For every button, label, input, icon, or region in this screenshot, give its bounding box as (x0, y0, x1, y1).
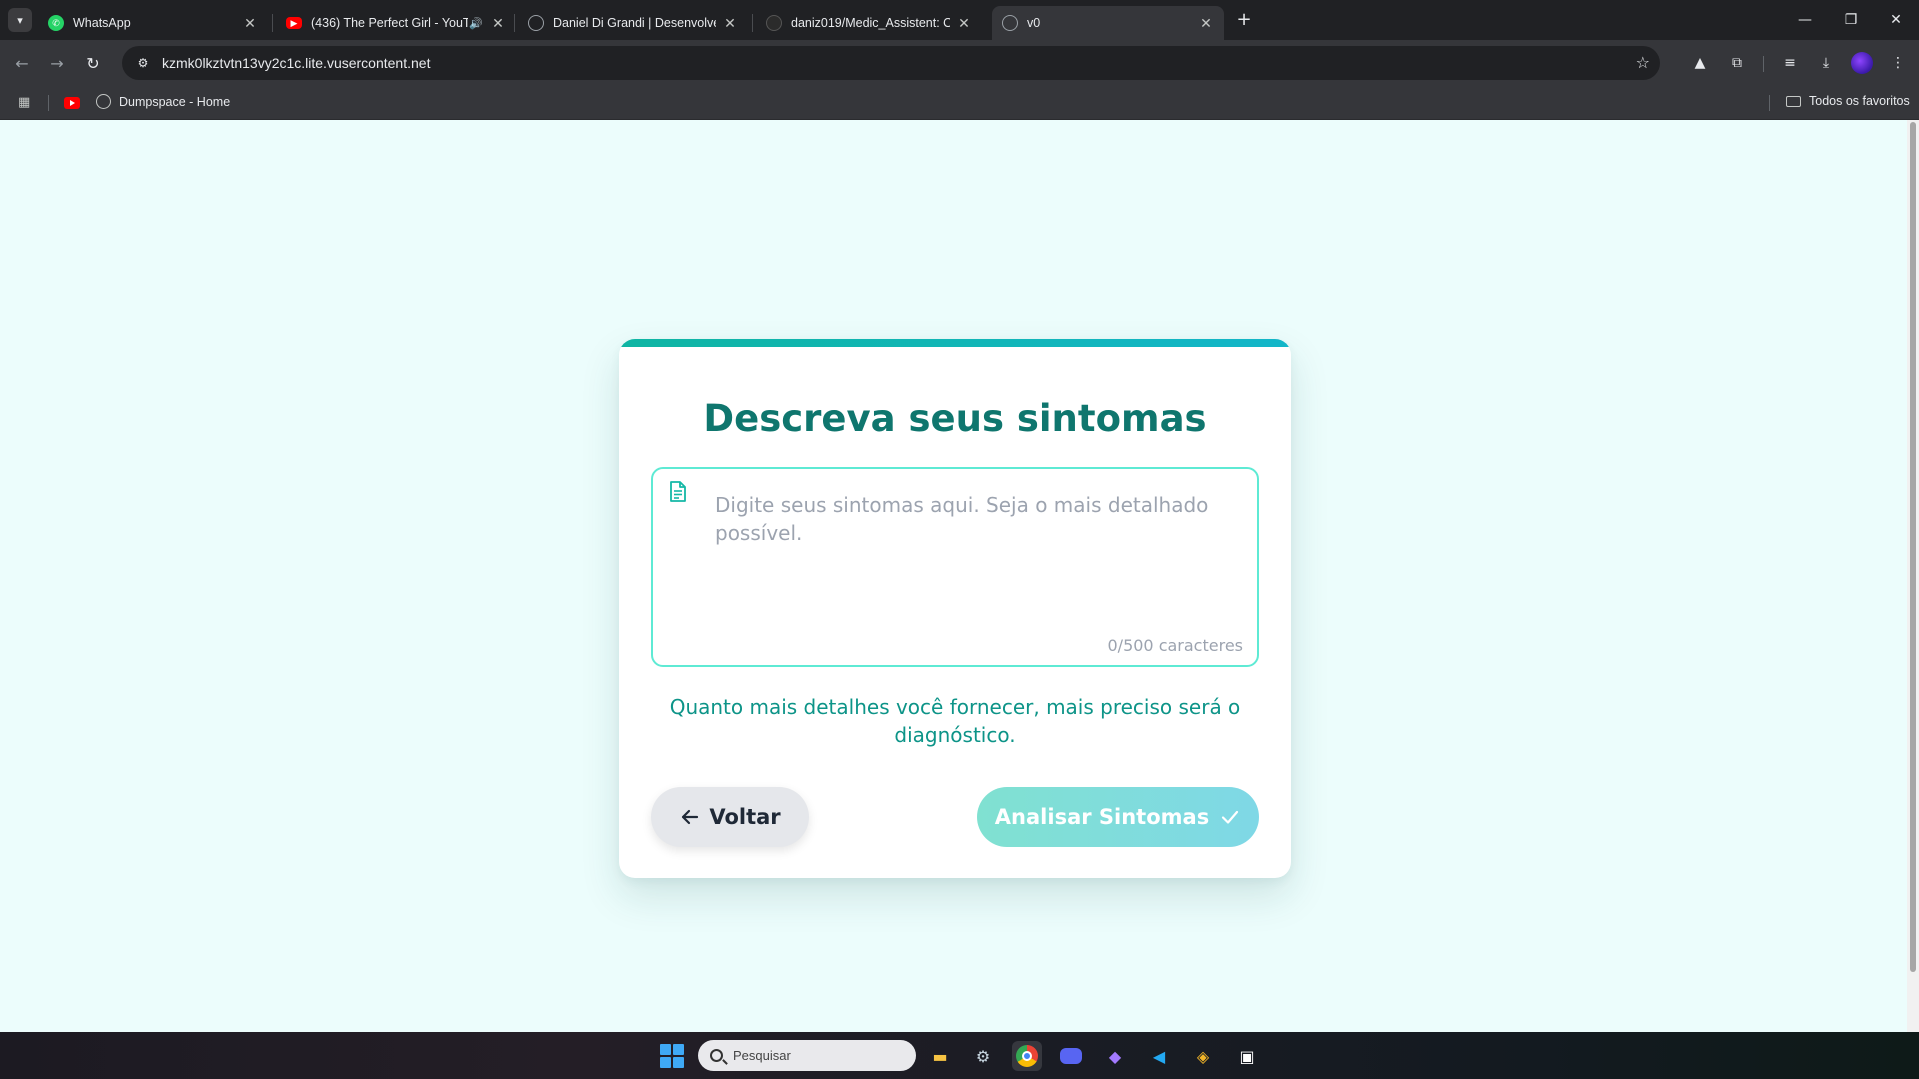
browser-toolbar: ← → ↻ ⚙ kzmk0lkztvtn13vy2c1c.lite.vuserc… (0, 40, 1919, 86)
forward-arrow-icon[interactable]: → (45, 51, 69, 75)
back-button[interactable]: Voltar (651, 787, 809, 847)
symptoms-card: Descreva seus sintomas 0/500 caracteres … (619, 339, 1291, 878)
whatsapp-icon: ✆ (48, 15, 64, 31)
bookmark-star-icon[interactable]: ☆ (1636, 53, 1650, 72)
new-tab-button[interactable]: + (1232, 8, 1256, 32)
reload-icon[interactable]: ↻ (81, 51, 105, 75)
discord-icon[interactable] (1056, 1041, 1086, 1071)
bookmark-label: Dumpspace - Home (119, 94, 231, 109)
tab-separator (272, 14, 273, 32)
os-taskbar: Pesquisar ▬ ⚙ ◆ ◀ ◈ ▣ (0, 1032, 1919, 1079)
card-accent-bar (619, 339, 1291, 347)
all-bookmarks-button[interactable]: Todos os favoritos (1786, 94, 1910, 108)
extensions-puzzle-icon[interactable]: ⧉ (1725, 51, 1749, 75)
globe-icon (1002, 15, 1018, 31)
detail-hint: Quanto mais detalhes você fornecer, mais… (669, 695, 1241, 747)
url-text[interactable]: kzmk0lkztvtn13vy2c1c.lite.vusercontent.n… (162, 55, 430, 71)
tab-title: v0 (1027, 16, 1041, 30)
taskbar-search[interactable]: Pesquisar (698, 1040, 916, 1071)
search-icon (710, 1049, 723, 1062)
document-icon (670, 481, 686, 502)
minimize-button[interactable]: — (1782, 0, 1828, 40)
tab-title: WhatsApp (73, 16, 131, 30)
file-explorer-icon[interactable]: ▬ (925, 1041, 955, 1071)
all-bookmarks-label: Todos os favoritos (1809, 94, 1910, 108)
tab-title: Daniel Di Grandi | Desenvolvedo (553, 16, 716, 30)
menu-dots-icon[interactable]: ⋮ (1886, 51, 1910, 75)
tab-title: daniz019/Medic_Assistent: O As (791, 16, 950, 30)
back-button-label: Voltar (709, 805, 781, 829)
windows-start-icon[interactable] (660, 1044, 684, 1068)
page-viewport: Descreva seus sintomas 0/500 caracteres … (0, 120, 1919, 1032)
tab-v0[interactable]: v0 ✕ (992, 6, 1224, 40)
address-bar[interactable]: ⚙ kzmk0lkztvtn13vy2c1c.lite.vusercontent… (122, 46, 1660, 80)
analyze-button-label: Analisar Sintomas (994, 805, 1210, 829)
restore-button[interactable]: ❐ (1828, 0, 1874, 40)
char-counter: 0/500 caracteres (1107, 636, 1244, 655)
extension-triangle-icon[interactable]: ▲ (1688, 51, 1712, 75)
close-icon[interactable]: ✕ (956, 15, 972, 32)
tab-title: (436) The Perfect Girl - YouT (311, 16, 468, 30)
close-icon[interactable]: ✕ (722, 15, 738, 32)
arrow-left-icon (682, 809, 699, 825)
bookmarks-bar: ▦ Dumpspace - Home Todos os favoritos (0, 86, 1919, 120)
steam-icon[interactable]: ⚙ (968, 1041, 998, 1071)
page-title: Descreva seus sintomas (703, 397, 1207, 440)
tab-strip: ▾ ✆ WhatsApp ✕ ▶ (436) The Perfect Girl … (0, 0, 1919, 40)
download-icon[interactable]: ⤓ (1814, 51, 1838, 75)
back-arrow-icon[interactable]: ← (10, 51, 34, 75)
git-icon[interactable]: ◈ (1188, 1041, 1218, 1071)
tab-youtube[interactable]: ▶ (436) The Perfect Girl - YouT 🔊 ✕ (276, 6, 516, 40)
scrollbar-thumb[interactable] (1910, 122, 1916, 972)
globe-icon (96, 94, 111, 109)
youtube-bookmark-icon[interactable] (64, 97, 80, 109)
bookmarks-separator (48, 95, 49, 111)
close-icon[interactable]: ✕ (490, 15, 506, 32)
apps-grid-icon[interactable]: ▦ (18, 95, 34, 111)
check-icon (1222, 810, 1239, 824)
tab-separator (514, 14, 515, 32)
close-window-button[interactable]: ✕ (1873, 0, 1919, 40)
symptoms-field[interactable]: 0/500 caracteres (651, 467, 1259, 667)
close-icon[interactable]: ✕ (1198, 15, 1214, 32)
bookmark-dumpspace[interactable]: Dumpspace - Home (96, 94, 230, 109)
tab-separator (752, 14, 753, 32)
terminal-icon[interactable]: ▣ (1232, 1041, 1262, 1071)
vscode-icon[interactable]: ◀ (1144, 1041, 1174, 1071)
taskbar-search-label: Pesquisar (733, 1048, 791, 1063)
speaker-icon[interactable]: 🔊 (468, 17, 484, 30)
youtube-icon: ▶ (286, 17, 302, 29)
toolbar-separator (1763, 56, 1764, 72)
tab-search-button[interactable]: ▾ (8, 8, 32, 32)
github-icon (766, 15, 782, 31)
media-controls-icon[interactable]: ≡ (1778, 51, 1802, 75)
tab-whatsapp[interactable]: ✆ WhatsApp ✕ (38, 6, 268, 40)
globe-icon (528, 15, 544, 31)
chrome-icon[interactable] (1012, 1041, 1042, 1071)
tab-portfolio[interactable]: Daniel Di Grandi | Desenvolvedo ✕ (518, 6, 748, 40)
profile-avatar[interactable] (1851, 52, 1873, 74)
bookmarks-separator (1769, 95, 1770, 111)
tab-github[interactable]: daniz019/Medic_Assistent: O As ✕ (756, 6, 982, 40)
symptoms-input[interactable] (715, 491, 1235, 621)
visual-studio-icon[interactable]: ◆ (1100, 1041, 1130, 1071)
analyze-button[interactable]: Analisar Sintomas (977, 787, 1259, 847)
site-settings-icon[interactable]: ⚙ (128, 46, 158, 80)
folder-icon (1786, 95, 1801, 107)
close-icon[interactable]: ✕ (242, 15, 258, 32)
page-scrollbar[interactable] (1907, 120, 1919, 1032)
